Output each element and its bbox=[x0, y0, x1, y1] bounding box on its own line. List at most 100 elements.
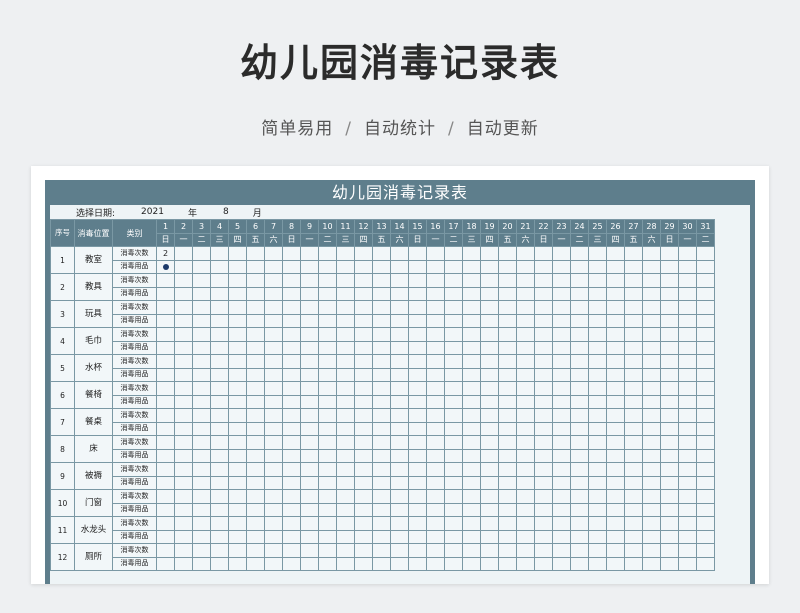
supply-cell[interactable] bbox=[516, 475, 535, 490]
count-cell[interactable] bbox=[354, 246, 373, 261]
supply-cell[interactable] bbox=[552, 367, 571, 382]
supply-cell[interactable] bbox=[282, 313, 301, 328]
count-cell[interactable] bbox=[588, 273, 607, 288]
count-cell[interactable] bbox=[390, 327, 409, 342]
count-cell[interactable] bbox=[444, 246, 463, 261]
supply-cell[interactable] bbox=[426, 259, 445, 274]
count-cell[interactable] bbox=[318, 300, 337, 315]
supply-cell[interactable] bbox=[444, 313, 463, 328]
supply-cell[interactable] bbox=[300, 394, 319, 409]
count-cell[interactable] bbox=[570, 435, 589, 450]
count-cell[interactable] bbox=[156, 462, 175, 477]
count-cell[interactable] bbox=[534, 273, 553, 288]
count-cell[interactable] bbox=[228, 381, 247, 396]
supply-cell[interactable] bbox=[570, 286, 589, 301]
count-cell[interactable] bbox=[372, 354, 391, 369]
count-cell[interactable] bbox=[624, 543, 643, 558]
supply-cell[interactable] bbox=[318, 394, 337, 409]
supply-cell[interactable] bbox=[552, 313, 571, 328]
supply-cell[interactable] bbox=[228, 556, 247, 571]
supply-cell[interactable] bbox=[174, 421, 193, 436]
supply-cell[interactable] bbox=[534, 394, 553, 409]
count-cell[interactable] bbox=[480, 462, 499, 477]
count-cell[interactable] bbox=[552, 354, 571, 369]
count-cell[interactable] bbox=[642, 489, 661, 504]
count-cell[interactable] bbox=[570, 300, 589, 315]
count-cell[interactable] bbox=[588, 408, 607, 423]
supply-cell[interactable] bbox=[588, 475, 607, 490]
supply-cell[interactable] bbox=[606, 340, 625, 355]
count-cell[interactable] bbox=[570, 516, 589, 531]
supply-cell[interactable] bbox=[264, 286, 283, 301]
count-cell[interactable] bbox=[426, 516, 445, 531]
supply-cell[interactable] bbox=[444, 394, 463, 409]
supply-cell[interactable] bbox=[354, 502, 373, 517]
count-cell[interactable] bbox=[174, 381, 193, 396]
count-cell[interactable] bbox=[264, 327, 283, 342]
supply-cell[interactable] bbox=[462, 421, 481, 436]
count-cell[interactable] bbox=[318, 543, 337, 558]
supply-cell[interactable] bbox=[444, 556, 463, 571]
supply-cell[interactable] bbox=[588, 448, 607, 463]
count-cell[interactable] bbox=[498, 408, 517, 423]
supply-cell[interactable] bbox=[426, 448, 445, 463]
count-cell[interactable] bbox=[300, 408, 319, 423]
supply-cell[interactable] bbox=[642, 394, 661, 409]
count-cell[interactable] bbox=[660, 435, 679, 450]
supply-cell[interactable] bbox=[696, 502, 715, 517]
count-cell[interactable] bbox=[174, 300, 193, 315]
supply-cell[interactable] bbox=[318, 313, 337, 328]
supply-cell[interactable] bbox=[678, 421, 697, 436]
supply-cell[interactable] bbox=[678, 394, 697, 409]
supply-cell[interactable] bbox=[426, 556, 445, 571]
supply-cell[interactable] bbox=[444, 367, 463, 382]
supply-cell[interactable] bbox=[390, 556, 409, 571]
count-cell[interactable] bbox=[642, 354, 661, 369]
count-cell[interactable] bbox=[156, 273, 175, 288]
count-cell[interactable] bbox=[570, 462, 589, 477]
count-cell[interactable] bbox=[318, 273, 337, 288]
supply-cell[interactable] bbox=[372, 556, 391, 571]
supply-cell[interactable] bbox=[336, 421, 355, 436]
supply-cell[interactable] bbox=[624, 313, 643, 328]
count-cell[interactable] bbox=[372, 273, 391, 288]
count-cell[interactable] bbox=[246, 327, 265, 342]
supply-cell[interactable] bbox=[246, 421, 265, 436]
supply-cell[interactable] bbox=[516, 448, 535, 463]
count-cell[interactable] bbox=[588, 381, 607, 396]
count-cell[interactable] bbox=[498, 327, 517, 342]
count-cell[interactable] bbox=[588, 246, 607, 261]
supply-cell[interactable] bbox=[300, 556, 319, 571]
count-cell[interactable] bbox=[192, 543, 211, 558]
supply-cell[interactable] bbox=[462, 448, 481, 463]
supply-cell[interactable] bbox=[336, 286, 355, 301]
supply-cell[interactable] bbox=[534, 313, 553, 328]
count-cell[interactable] bbox=[696, 408, 715, 423]
supply-cell[interactable] bbox=[156, 502, 175, 517]
count-cell[interactable] bbox=[426, 246, 445, 261]
supply-cell[interactable] bbox=[282, 340, 301, 355]
count-cell[interactable] bbox=[192, 408, 211, 423]
supply-cell[interactable] bbox=[660, 529, 679, 544]
supply-cell[interactable] bbox=[210, 475, 229, 490]
supply-cell[interactable] bbox=[390, 340, 409, 355]
count-cell[interactable] bbox=[642, 408, 661, 423]
supply-cell[interactable] bbox=[552, 448, 571, 463]
supply-cell[interactable] bbox=[336, 313, 355, 328]
count-cell[interactable] bbox=[696, 246, 715, 261]
supply-cell[interactable] bbox=[282, 286, 301, 301]
supply-cell[interactable] bbox=[282, 367, 301, 382]
count-cell[interactable] bbox=[498, 516, 517, 531]
supply-cell[interactable] bbox=[282, 394, 301, 409]
count-cell[interactable] bbox=[426, 300, 445, 315]
supply-cell[interactable] bbox=[516, 394, 535, 409]
count-cell[interactable] bbox=[210, 300, 229, 315]
count-cell[interactable] bbox=[372, 516, 391, 531]
count-cell[interactable] bbox=[552, 516, 571, 531]
count-cell[interactable] bbox=[552, 327, 571, 342]
count-cell[interactable] bbox=[624, 246, 643, 261]
count-cell[interactable] bbox=[264, 516, 283, 531]
supply-cell[interactable] bbox=[264, 259, 283, 274]
count-cell[interactable] bbox=[480, 327, 499, 342]
count-cell[interactable] bbox=[354, 354, 373, 369]
